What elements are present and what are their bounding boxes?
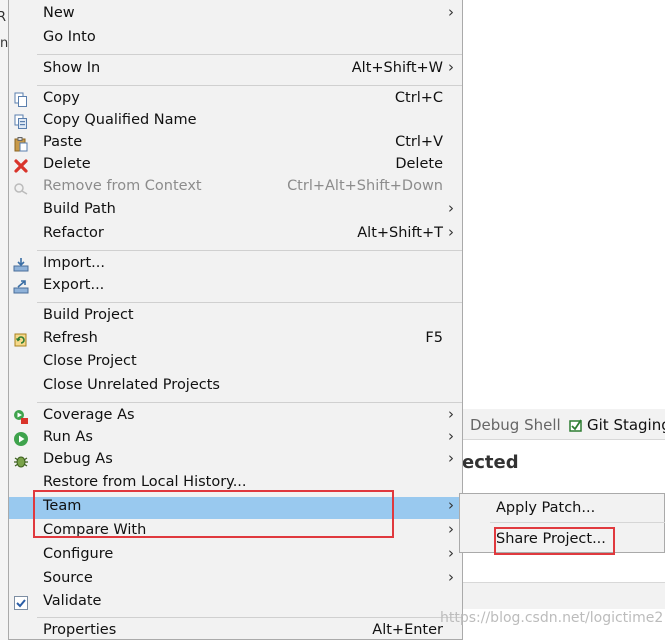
menu-item-label: Copy Qualified Name (43, 112, 197, 128)
tab-debug-shell[interactable]: Debug Shell (470, 416, 561, 434)
menu-separator (490, 522, 665, 523)
copy-icon (14, 92, 27, 107)
import-icon (13, 258, 29, 272)
debug-bug-icon (14, 456, 28, 468)
menu-item-label: Export... (43, 277, 105, 293)
menu-item-label: Go Into (43, 29, 96, 45)
menu-item-label: Run As (43, 429, 93, 445)
menu-item-label: Refactor (43, 225, 104, 241)
menu-item-label: Delete (43, 156, 91, 172)
submenu-item-apply-patch[interactable]: Apply Patch... (496, 500, 595, 516)
menu-item-build-project[interactable]: Build Project (9, 306, 463, 328)
submenu-arrow-icon: › (448, 223, 454, 241)
menu-item-new[interactable]: New › (9, 3, 463, 26)
submenu-arrow-icon: › (448, 496, 454, 514)
export-icon (13, 280, 29, 294)
menu-item-paste[interactable]: Paste Ctrl+V (9, 133, 463, 155)
menu-item-export[interactable]: Export... (9, 276, 463, 298)
refresh-icon (14, 333, 27, 347)
menu-item-label: Refresh (43, 330, 98, 346)
menu-item-build-path[interactable]: Build Path › (9, 199, 463, 222)
menu-item-label: Coverage As (43, 407, 135, 423)
menu-item-remove-from-context: Remove from Context Ctrl+Alt+Shift+Down (9, 177, 463, 199)
menu-item-shortcut: Ctrl+C (394, 90, 443, 106)
menu-item-label: Properties (43, 622, 117, 638)
git-staging-icon (569, 419, 582, 432)
menu-item-label: Remove from Context (43, 178, 202, 194)
view-tab-bar: Debug Shell Git Staging (462, 409, 665, 440)
menu-item-close-unrelated-projects[interactable]: Close Unrelated Projects (9, 376, 463, 398)
menu-item-coverage-as[interactable]: Coverage As › (9, 405, 463, 428)
menu-item-shortcut: Alt+Shift+W (351, 60, 443, 76)
menu-item-show-in[interactable]: Show In Alt+Shift+W › (9, 58, 463, 81)
menu-separator (37, 302, 462, 303)
menu-separator (37, 250, 462, 251)
panel-heading-fragment: ected (462, 452, 519, 473)
menu-item-copy[interactable]: Copy Ctrl+C (9, 89, 463, 111)
validate-check-icon (14, 596, 28, 610)
submenu-arrow-icon: › (448, 520, 454, 538)
context-menu: New › Go Into Show In Alt+Shift+W › Copy… (8, 0, 463, 640)
submenu-arrow-icon: › (448, 3, 454, 21)
submenu-arrow-icon: › (448, 58, 454, 76)
menu-separator (37, 402, 462, 403)
menu-item-copy-qualified-name[interactable]: Copy Qualified Name (9, 111, 463, 133)
menu-item-label: Configure (43, 546, 114, 562)
coverage-icon (14, 410, 28, 424)
menu-item-label: Import... (43, 255, 105, 271)
menu-item-label: Build Path (43, 201, 116, 217)
paste-icon (14, 137, 28, 152)
menu-item-label: Source (43, 570, 93, 586)
menu-item-label: Paste (43, 134, 83, 150)
submenu-arrow-icon: › (448, 544, 454, 562)
menu-item-delete[interactable]: Delete Delete (9, 155, 463, 177)
menu-item-label: Validate (43, 593, 102, 609)
menu-item-label: Restore from Local History... (43, 474, 247, 490)
submenu-arrow-icon: › (448, 568, 454, 586)
menu-item-go-into[interactable]: Go Into (9, 28, 463, 50)
submenu-arrow-icon: › (448, 405, 454, 423)
menu-item-import[interactable]: Import... (9, 254, 463, 276)
menu-item-label: New (43, 5, 75, 21)
menu-item-validate[interactable]: Validate (9, 592, 463, 614)
submenu-arrow-icon: › (448, 199, 454, 217)
menu-item-shortcut: Alt+Shift+T (357, 225, 443, 241)
menu-item-label: Show In (43, 60, 101, 76)
menu-item-shortcut: F5 (425, 330, 443, 346)
share-project-annotation-box (494, 527, 615, 555)
remove-from-context-icon (14, 183, 28, 195)
background-text-fragment: R (0, 10, 7, 25)
copy-qualified-name-icon (14, 114, 27, 129)
menu-item-close-project[interactable]: Close Project (9, 352, 463, 374)
menu-item-label: Close Project (43, 353, 137, 369)
panel-lower-bar (462, 582, 665, 609)
menu-item-run-as[interactable]: Run As › (9, 427, 463, 450)
menu-item-label: Debug As (43, 451, 113, 467)
menu-item-configure[interactable]: Configure › (9, 544, 463, 567)
menu-item-shortcut: Delete (395, 156, 443, 172)
team-annotation-box (33, 490, 394, 538)
background-text-fragment: n (0, 36, 9, 51)
menu-item-shortcut: Alt+Enter (372, 622, 443, 638)
menu-item-label: Build Project (43, 307, 134, 323)
menu-item-refactor[interactable]: Refactor Alt+Shift+T › (9, 223, 463, 246)
menu-item-label: Close Unrelated Projects (43, 377, 220, 393)
submenu-arrow-icon: › (448, 449, 454, 467)
menu-item-shortcut: Ctrl+V (395, 134, 443, 150)
menu-item-debug-as[interactable]: Debug As › (9, 449, 463, 472)
menu-separator (37, 617, 462, 618)
watermark: https://blog.csdn.net/logictime2 (440, 610, 664, 626)
submenu-arrow-icon: › (448, 427, 454, 445)
run-icon (14, 432, 28, 446)
menu-separator (37, 54, 462, 55)
menu-item-source[interactable]: Source › (9, 568, 463, 591)
menu-item-refresh[interactable]: Refresh F5 (9, 329, 463, 351)
menu-item-label: Copy (43, 90, 80, 106)
delete-icon (14, 159, 28, 173)
tab-git-staging[interactable]: Git Staging (587, 416, 665, 434)
menu-separator (37, 85, 462, 86)
menu-item-shortcut: Ctrl+Alt+Shift+Down (287, 178, 443, 194)
